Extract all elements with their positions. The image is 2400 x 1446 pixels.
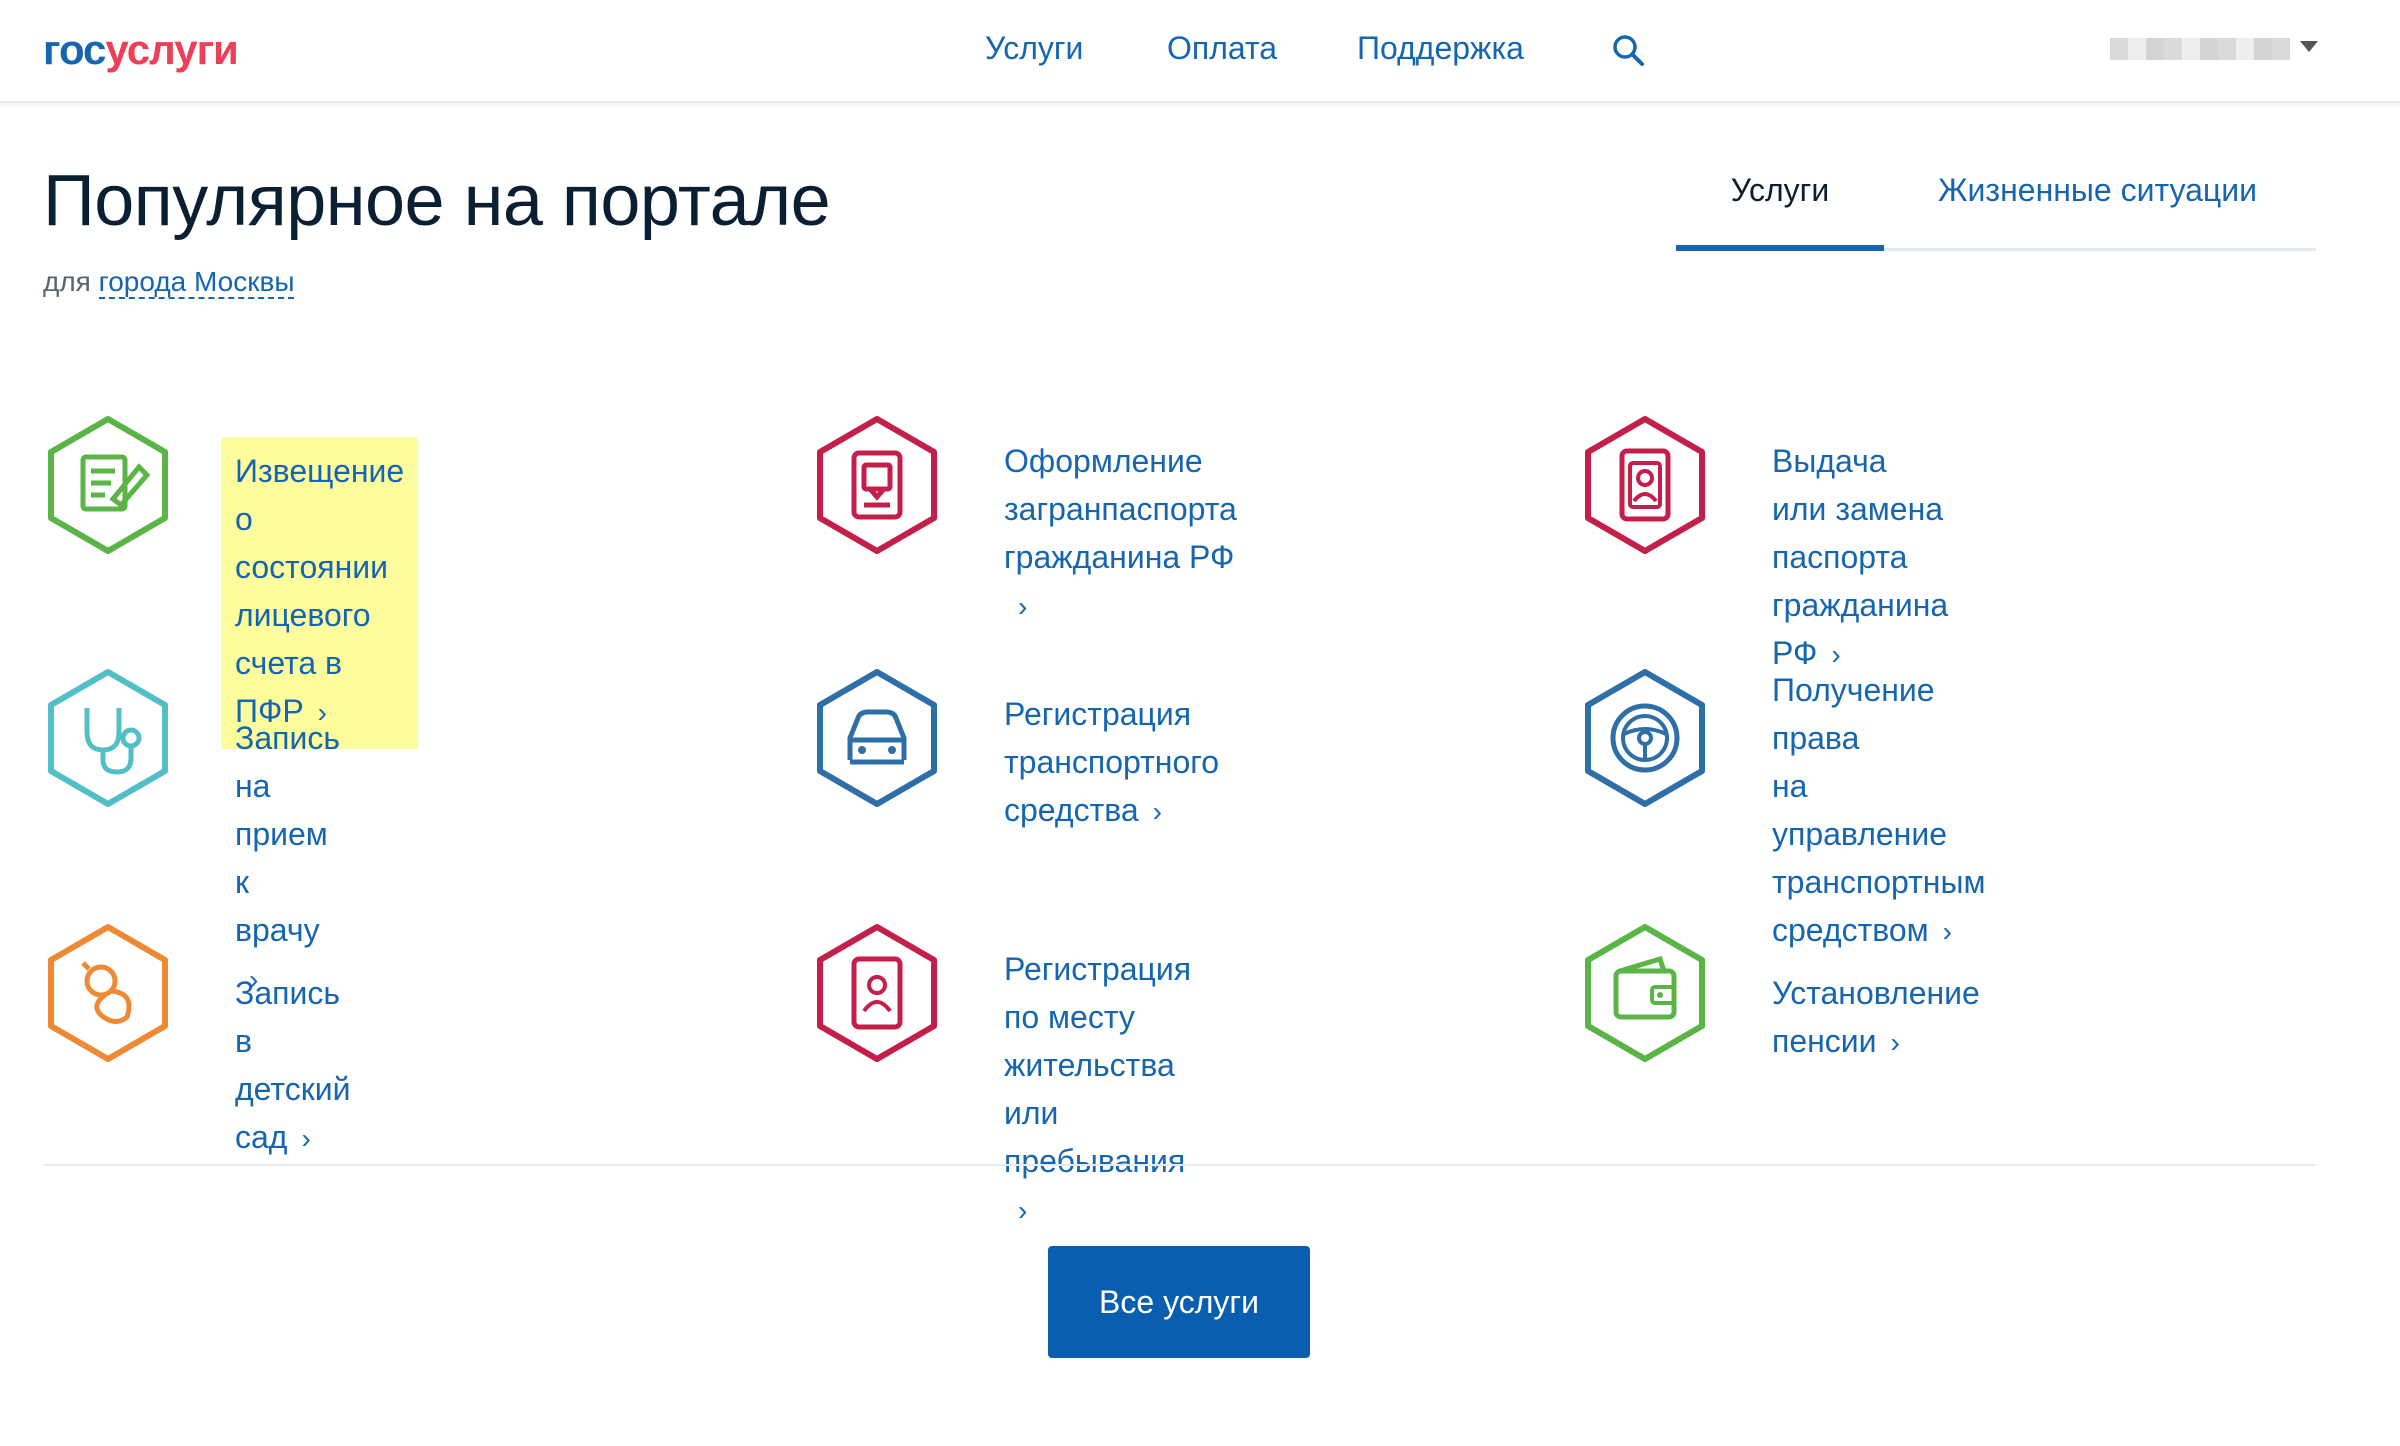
- service-link-line: Запись на прием к врачу: [235, 720, 340, 948]
- page-title: Популярное на портале: [43, 161, 831, 241]
- service-link[interactable]: Регистрация транспортного средства ›: [1004, 690, 1219, 836]
- user-name-blurred[interactable]: [2110, 38, 2290, 60]
- all-services-button[interactable]: Все услуги: [1048, 1246, 1310, 1358]
- header: госуслуги Услуги Оплата Поддержка: [0, 0, 2400, 103]
- service-link-line: средством: [1772, 912, 1929, 948]
- logo-part-gos: гос: [43, 26, 106, 73]
- tab-active-indicator: [1676, 245, 1884, 251]
- divider: [43, 1164, 2316, 1166]
- service-link-line: средства: [1004, 792, 1139, 828]
- car-icon[interactable]: [812, 668, 942, 808]
- nav-payment[interactable]: Оплата: [1167, 30, 1277, 67]
- service-link[interactable]: Выдача или замена паспорта гражданина РФ ›: [1772, 437, 1948, 679]
- service-link[interactable]: Оформление загранпаспорта гражданина РФ ›: [1004, 437, 1237, 631]
- service-link-line: жительства или пребывания: [1004, 1047, 1186, 1179]
- service-link[interactable]: Установление пенсии ›: [1772, 969, 1980, 1067]
- passport-icon[interactable]: [812, 415, 942, 555]
- service-link-line: Оформление загранпаспорта: [1004, 443, 1237, 527]
- service-link-line: Выдача или замена паспорта: [1772, 443, 1944, 575]
- nav-support[interactable]: Поддержка: [1357, 30, 1524, 67]
- id-card-icon[interactable]: [1580, 415, 1710, 555]
- chevron-right-icon: ›: [301, 1123, 311, 1154]
- chevron-right-icon: ›: [1152, 796, 1162, 827]
- user-menu-chevron-down-icon[interactable]: [2300, 41, 2318, 52]
- region-prefix: для: [43, 266, 91, 297]
- tab-life-situations[interactable]: Жизненные ситуации: [1938, 172, 2257, 209]
- service-link[interactable]: Регистрация по месту жительства или пребы…: [1004, 945, 1191, 1235]
- region-selector: для города Москвы: [43, 266, 295, 299]
- service-link-line: Регистрация транспортного: [1004, 696, 1220, 780]
- service-link[interactable]: Получение права на управление транспортны…: [1772, 666, 1985, 956]
- chevron-right-icon: ›: [1890, 1027, 1900, 1058]
- service-link-line: гражданина РФ: [1772, 587, 1949, 671]
- region-link[interactable]: города Москвы: [98, 266, 295, 299]
- search-icon[interactable]: [1610, 32, 1646, 68]
- chevron-right-icon: ›: [1018, 591, 1028, 622]
- logo-part-uslugi: услуги: [105, 26, 238, 73]
- service-link-line: Извещение о состоянии: [235, 453, 405, 585]
- service-link[interactable]: Извещение о состоянии лицевого счета в ПФ…: [221, 437, 419, 749]
- service-link-line: гражданина РФ: [1004, 539, 1235, 575]
- steering-wheel-icon[interactable]: [1580, 668, 1710, 808]
- nav-services[interactable]: Услуги: [985, 30, 1083, 67]
- service-link-line: Регистрация по месту: [1004, 951, 1192, 1035]
- service-link-line: Получение права: [1772, 672, 1935, 756]
- service-link-line: Запись в детский сад: [235, 975, 351, 1155]
- service-link-line: Установление пенсии: [1772, 975, 1980, 1059]
- service-link[interactable]: Запись на прием к врачу›: [235, 714, 340, 1004]
- tab-services[interactable]: Услуги: [1676, 172, 1884, 209]
- service-link[interactable]: Запись в детский сад ›: [235, 969, 350, 1163]
- service-link-line: на управление транспортным: [1772, 768, 1986, 900]
- registration-passport-icon[interactable]: [812, 923, 942, 1063]
- chevron-right-icon: ›: [1942, 916, 1952, 947]
- pacifier-icon[interactable]: [43, 923, 173, 1063]
- stethoscope-icon[interactable]: [43, 668, 173, 808]
- service-link-line: лицевого счета в ПФР: [235, 597, 371, 729]
- document-edit-icon[interactable]: [43, 415, 173, 555]
- wallet-icon[interactable]: [1580, 923, 1710, 1063]
- chevron-right-icon: ›: [1018, 1195, 1028, 1226]
- gosuslugi-logo[interactable]: госуслуги: [43, 26, 239, 74]
